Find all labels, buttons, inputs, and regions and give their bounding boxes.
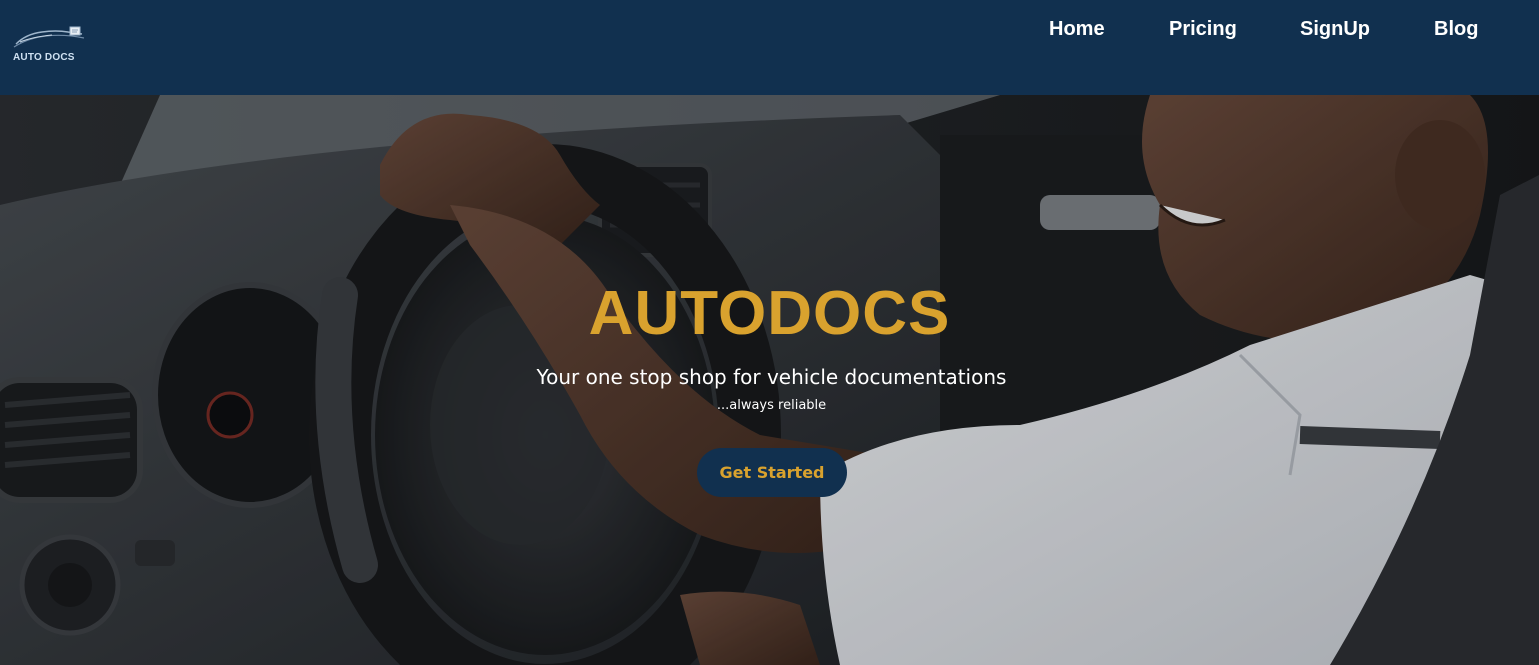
top-navbar: AUTO DOCS Home Pricing SignUp Blog [0,0,1539,95]
get-started-button[interactable]: Get Started [697,448,847,497]
nav-pricing-link[interactable]: Pricing [1169,18,1237,41]
nav-blog-link[interactable]: Blog [1434,18,1478,41]
hero-subtitle: Your one stop shop for vehicle documenta… [536,365,1007,389]
hero-section: AUTODOCS Your one stop shop for vehicle … [0,95,1539,665]
nav-home-link[interactable]: Home [1049,18,1105,41]
hero-tagline: ...always reliable [716,398,827,413]
nav-signup-link[interactable]: SignUp [1300,18,1370,41]
site-logo[interactable]: AUTO DOCS [12,22,88,68]
car-logo-icon [13,26,85,48]
hero-title: AUTODOCS [588,279,951,348]
logo-text: AUTO DOCS [13,52,75,63]
